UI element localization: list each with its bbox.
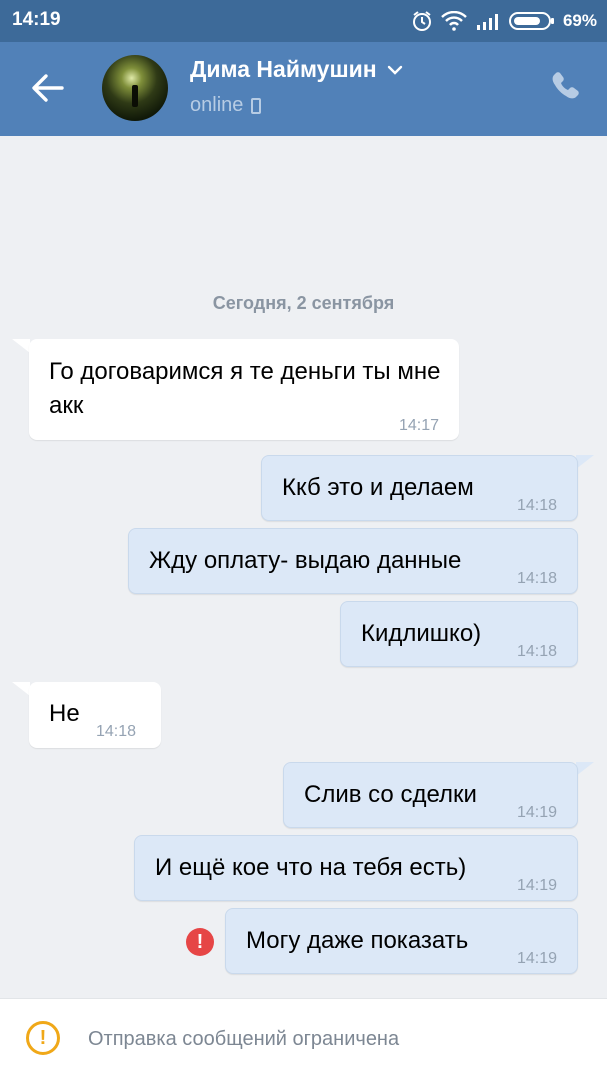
message-text: И ещё кое что на тебя есть) xyxy=(155,854,467,881)
message-time: 14:18 xyxy=(516,497,557,514)
status-icons: 69% xyxy=(411,8,597,34)
message-text: Могу даже показать xyxy=(246,927,469,954)
bubble-tail xyxy=(576,762,594,776)
status-bar: 14:19 69% xyxy=(0,0,607,42)
contact-name-button[interactable]: Дима Наймушин xyxy=(190,56,403,83)
chat-header: Дима Наймушин online xyxy=(0,42,607,136)
chevron-down-icon xyxy=(387,65,402,75)
presence-text: online xyxy=(190,94,244,116)
date-separator: Сегодня, 2 сентября xyxy=(212,293,395,313)
message-text: Кидлишко) xyxy=(361,620,482,647)
message-text: Го договаримся я те деньги ты мне акк xyxy=(49,358,441,419)
message-time: 14:18 xyxy=(516,643,557,660)
bubble-tail xyxy=(576,455,594,469)
message-text: Слив со сделки xyxy=(304,781,477,808)
bubble-tail xyxy=(12,682,30,696)
mobile-device-icon xyxy=(251,97,262,114)
bubble-tail xyxy=(12,339,30,353)
message-time: 14:17 xyxy=(398,417,439,434)
message-text: Не xyxy=(49,700,80,727)
battery-percent: 69% xyxy=(562,11,597,30)
message-text: Ккб это и делаем xyxy=(282,474,474,501)
wifi-icon xyxy=(441,11,467,31)
presence-status: online xyxy=(190,94,262,117)
signal-icon xyxy=(476,14,498,30)
message-outgoing[interactable]: Слив со сделки 14:19 xyxy=(283,762,578,828)
message-outgoing[interactable]: Могу даже показать 14:19 xyxy=(225,908,578,974)
restriction-bar: ! Отправка сообщений ограничена xyxy=(0,998,607,1081)
battery-icon xyxy=(508,12,554,30)
alarm-icon xyxy=(412,11,431,31)
warning-icon: ! xyxy=(26,1021,60,1055)
status-time: 14:19 xyxy=(12,9,61,30)
message-incoming[interactable]: Го договаримся я те деньги ты мне акк 14… xyxy=(29,339,459,440)
message-time: 14:18 xyxy=(516,570,557,587)
arrow-left-icon[interactable] xyxy=(28,70,68,106)
message-outgoing[interactable]: Жду оплату- выдаю данные 14:18 xyxy=(128,528,578,594)
send-error-icon[interactable]: ! xyxy=(186,928,214,956)
message-outgoing[interactable]: Ккб это и делаем 14:18 xyxy=(261,455,578,521)
message-time: 14:19 xyxy=(516,950,557,967)
contact-name: Дима Наймушин xyxy=(190,56,377,82)
message-outgoing[interactable]: И ещё кое что на тебя есть) 14:19 xyxy=(134,835,578,901)
message-incoming[interactable]: Не 14:18 xyxy=(29,682,161,748)
message-time: 14:18 xyxy=(96,723,137,740)
message-text: Жду оплату- выдаю данные xyxy=(149,547,462,574)
phone-icon[interactable] xyxy=(549,70,581,102)
message-time: 14:19 xyxy=(516,804,557,821)
restriction-notice: Отправка сообщений ограничена xyxy=(88,1028,400,1050)
message-time: 14:19 xyxy=(516,877,557,894)
avatar[interactable] xyxy=(102,55,168,121)
message-outgoing[interactable]: Кидлишко) 14:18 xyxy=(340,601,578,667)
